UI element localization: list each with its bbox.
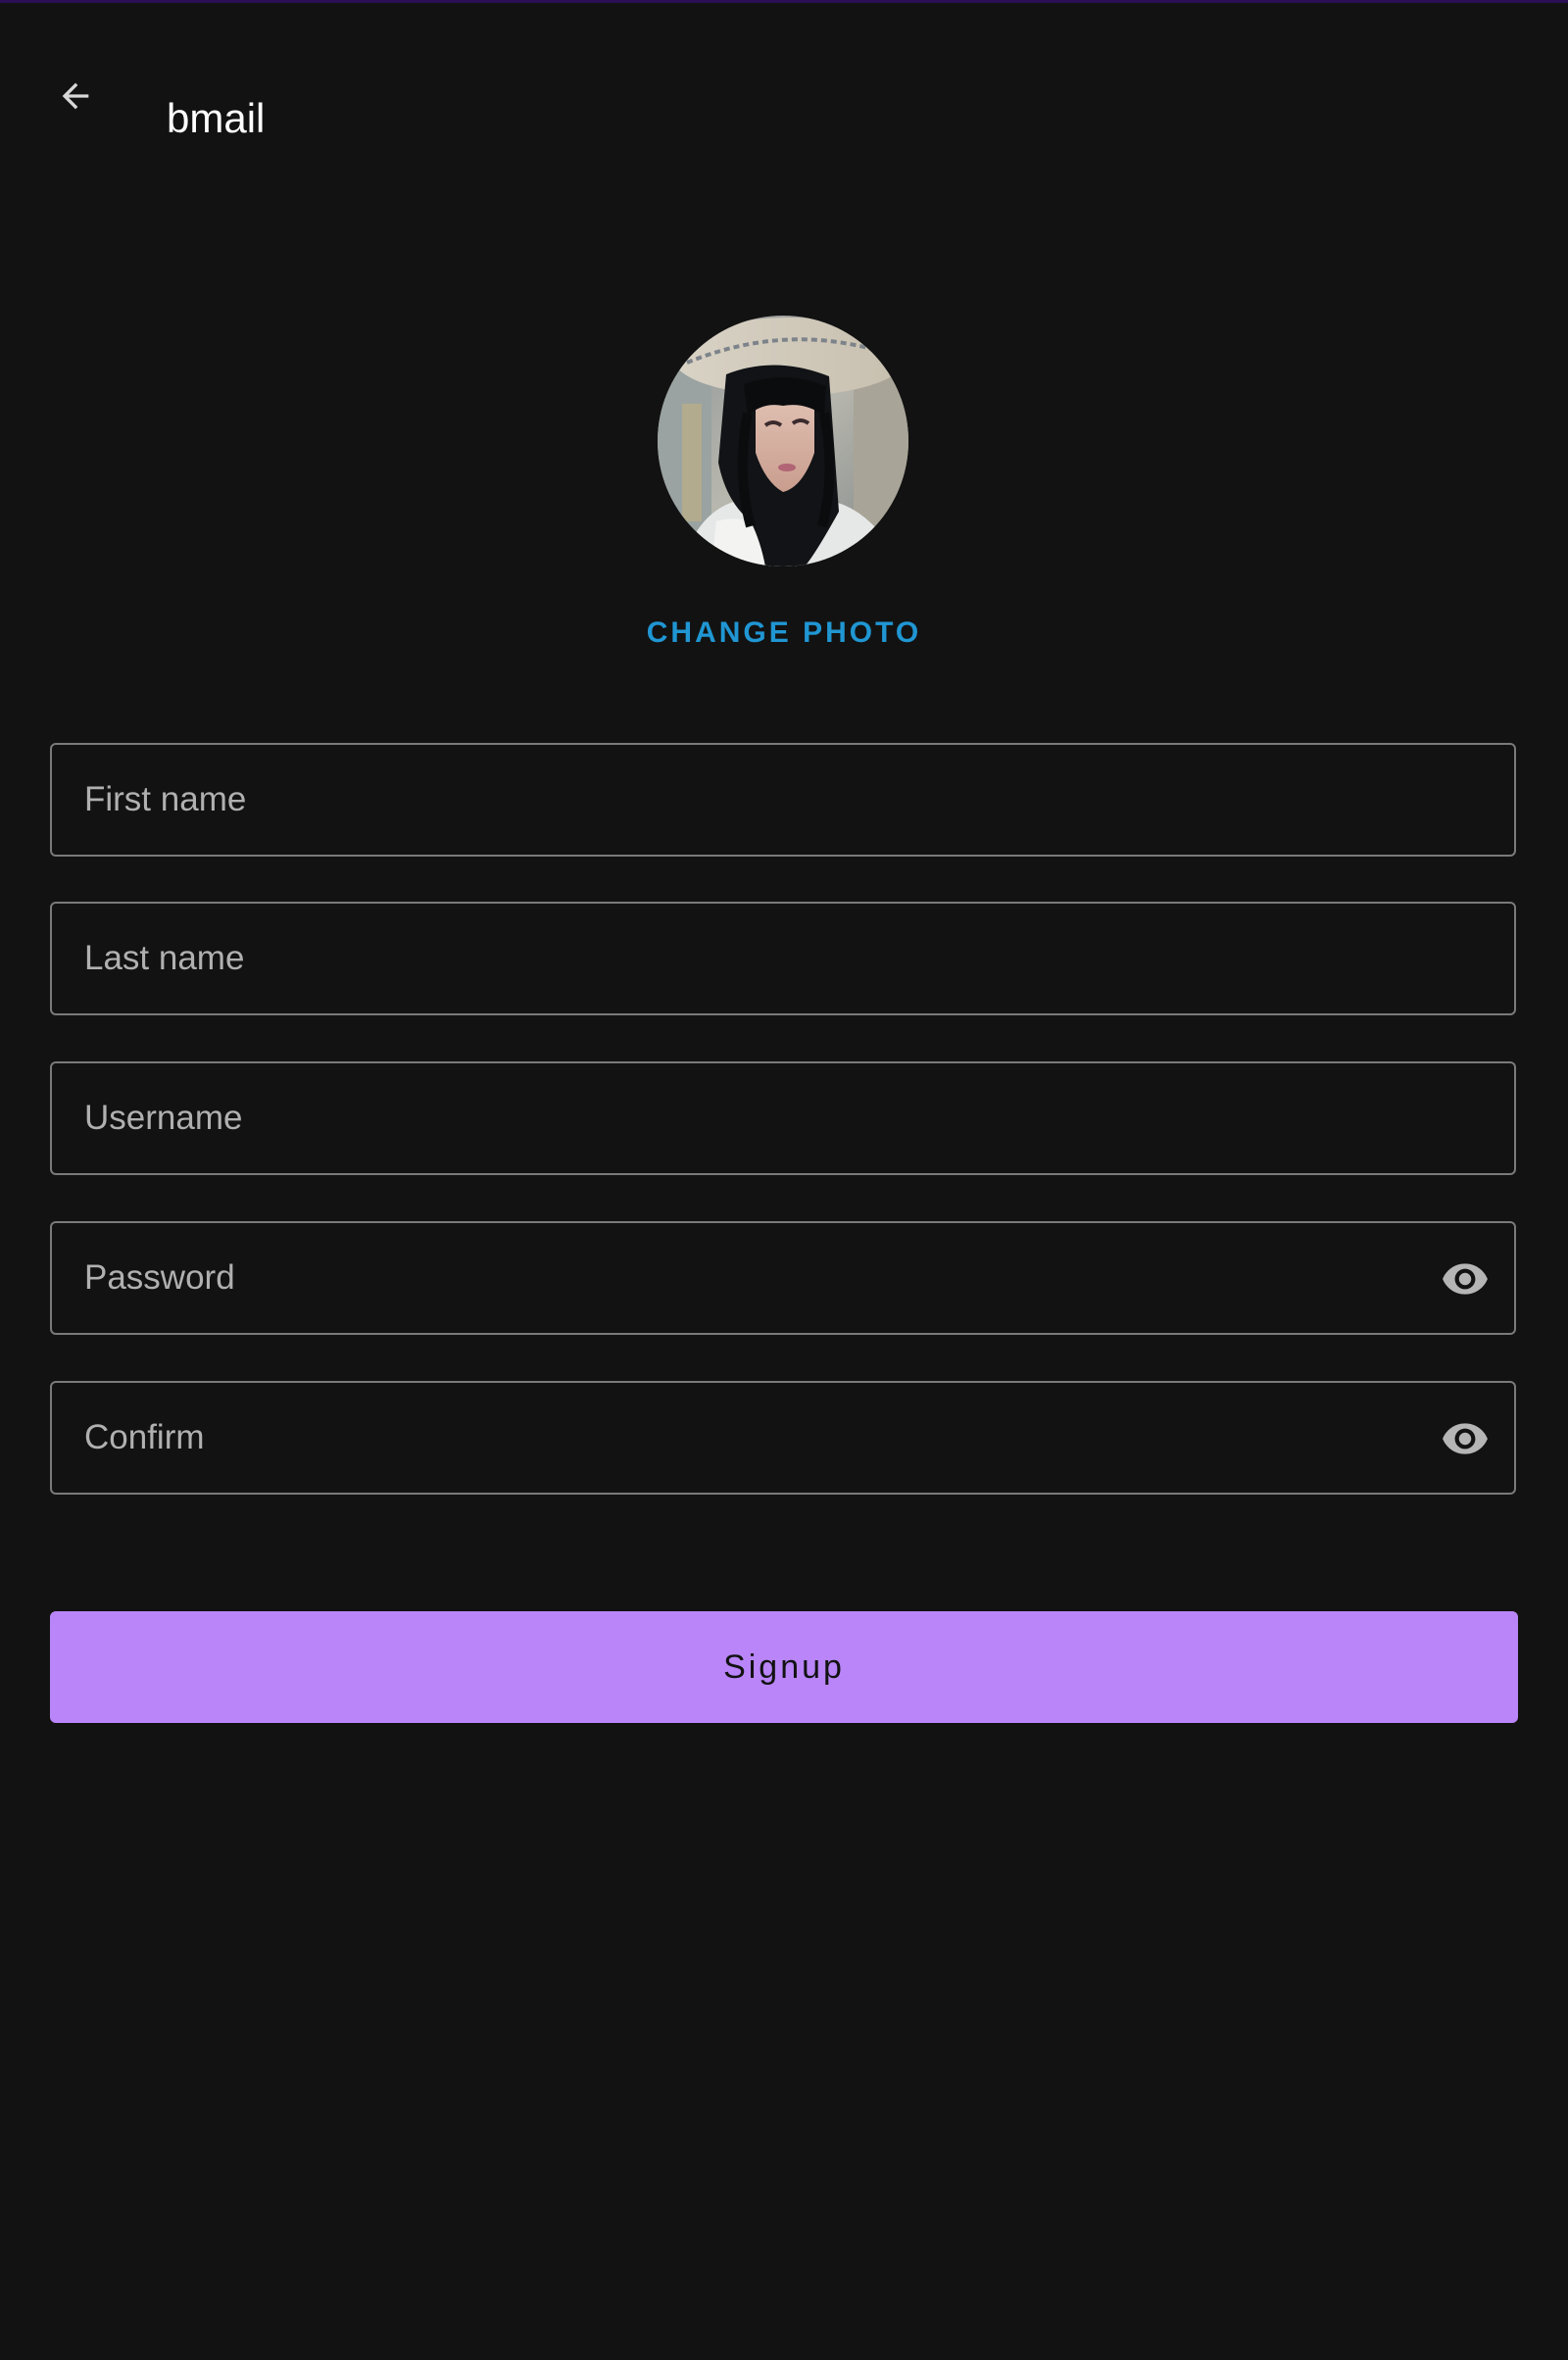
back-button[interactable] <box>35 56 116 136</box>
username-field[interactable] <box>50 1061 1516 1175</box>
app-title: bmail <box>167 95 266 141</box>
password-field[interactable] <box>50 1221 1516 1335</box>
password-visibility-toggle[interactable] <box>1438 1252 1493 1306</box>
first-name-field[interactable] <box>50 743 1516 857</box>
confirm-visibility-toggle[interactable] <box>1438 1411 1493 1466</box>
last-name-field[interactable] <box>50 902 1516 1015</box>
first-name-input[interactable] <box>52 745 1514 855</box>
eye-icon <box>1443 1423 1488 1454</box>
change-photo-button[interactable]: CHANGE PHOTO <box>0 614 1568 653</box>
last-name-input[interactable] <box>52 904 1514 1013</box>
username-input[interactable] <box>52 1063 1514 1173</box>
confirm-input[interactable] <box>52 1383 1514 1493</box>
app-bar: bmail <box>0 3 1568 234</box>
avatar-photo <box>658 316 908 566</box>
arrow-back-icon <box>62 82 89 110</box>
signup-button[interactable]: Signup <box>50 1611 1518 1723</box>
avatar[interactable] <box>658 316 908 566</box>
password-input[interactable] <box>52 1223 1514 1333</box>
eye-icon <box>1443 1263 1488 1295</box>
confirm-field[interactable] <box>50 1381 1516 1495</box>
